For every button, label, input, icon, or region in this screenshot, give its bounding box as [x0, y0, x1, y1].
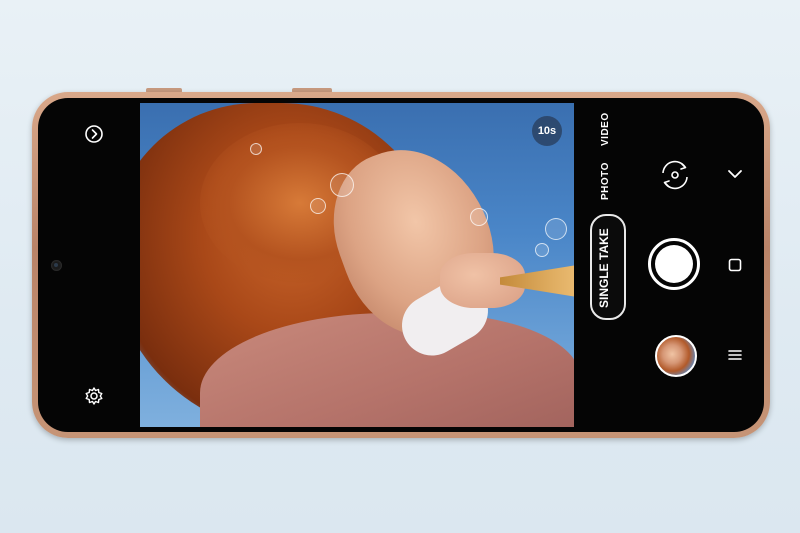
- settings-gear-icon[interactable]: [84, 386, 104, 411]
- bubble: [250, 143, 262, 155]
- bubble: [545, 218, 567, 240]
- gallery-thumbnail[interactable]: [655, 335, 697, 377]
- bubble: [330, 173, 354, 197]
- camera-viewfinder[interactable]: [140, 103, 574, 427]
- mode-video[interactable]: VIDEO: [600, 112, 611, 146]
- expand-circle-icon[interactable]: [84, 124, 104, 149]
- shutter-button[interactable]: [648, 238, 700, 290]
- mode-photo-label: PHOTO: [600, 162, 611, 200]
- timer-label: 10s: [537, 125, 557, 137]
- mode-photo[interactable]: PHOTO: [600, 162, 611, 200]
- single-take-button[interactable]: SINGLE TAKE: [590, 214, 626, 320]
- bubble: [535, 243, 549, 257]
- mode-video-label: VIDEO: [600, 112, 611, 146]
- chevron-down-icon[interactable]: [727, 167, 743, 186]
- front-camera: [51, 260, 62, 271]
- single-take-label: SINGLE TAKE: [597, 228, 611, 308]
- flip-camera-icon[interactable]: [656, 156, 694, 194]
- square-icon[interactable]: [728, 258, 742, 277]
- timer-indicator[interactable]: 10s: [532, 116, 562, 146]
- bubble: [310, 198, 326, 214]
- menu-icon[interactable]: [728, 348, 742, 367]
- bubble: [470, 208, 488, 226]
